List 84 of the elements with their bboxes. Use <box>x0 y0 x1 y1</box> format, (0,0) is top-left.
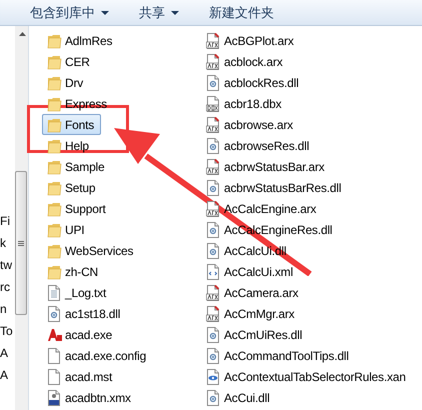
file-item[interactable]: zh-CN <box>42 261 106 282</box>
file-item[interactable]: Setup <box>42 177 102 198</box>
folder-icon <box>47 54 62 70</box>
file-item[interactable]: ac1st18.dll <box>42 303 128 324</box>
nav-item[interactable]: Fi <box>0 212 15 231</box>
nav-item[interactable]: A <box>0 366 15 385</box>
file-item[interactable]: AdlmRes <box>42 30 120 51</box>
nav-item[interactable]: tw <box>0 256 15 275</box>
folder-icon <box>47 180 62 196</box>
grip-icon <box>18 240 24 246</box>
file-item[interactable]: AcCmMgr.arx <box>201 303 302 324</box>
toolbar-button[interactable]: 新建文件夹 <box>209 0 274 24</box>
file-item[interactable]: AcCmUiRes.dll <box>201 324 310 345</box>
file-item[interactable]: AcCui.dll <box>201 387 277 408</box>
toolbar-button[interactable]: 共享 <box>139 0 179 24</box>
file-item[interactable]: Drv <box>42 72 90 93</box>
arx-file-icon <box>206 116 221 132</box>
gear-file-icon <box>206 390 221 406</box>
gear-file-icon <box>206 74 221 90</box>
file-item[interactable]: AcCalcEngine.arx <box>201 198 324 219</box>
gear-file-icon <box>47 306 62 322</box>
nav-item[interactable]: rc <box>0 278 15 297</box>
text-file-icon <box>47 284 62 300</box>
file-item[interactable]: acad.mst <box>42 366 120 387</box>
file-item[interactable]: WebServices <box>42 240 140 261</box>
file-item[interactable]: Fonts <box>42 114 102 135</box>
scroll-up-icon[interactable] <box>19 32 26 36</box>
folder-icon <box>47 32 62 48</box>
folder-icon <box>47 200 62 216</box>
arx-file-icon <box>206 200 221 216</box>
arx-file-icon <box>206 158 221 174</box>
folder-icon <box>47 116 62 132</box>
gear-file-icon <box>206 348 221 364</box>
toolbar-button[interactable]: 包含到库中 <box>30 0 109 24</box>
arx-file-icon <box>206 54 221 70</box>
file-item[interactable]: AcCamera.arx <box>201 282 306 303</box>
gear-file-icon <box>206 138 221 154</box>
nav-item[interactable]: n <box>0 300 15 319</box>
folder-icon <box>47 222 62 238</box>
arx-file-icon <box>206 306 221 322</box>
file-item[interactable]: Sample <box>42 156 112 177</box>
folder-icon <box>47 158 62 174</box>
file-item[interactable]: acblock.arx <box>201 51 290 72</box>
file-item[interactable]: acad.exe.config <box>42 345 154 366</box>
app-letter-icon <box>47 326 62 342</box>
blank-file-icon <box>47 368 62 384</box>
file-item[interactable]: acbrwStatusBar.arx <box>201 156 332 177</box>
file-item[interactable]: AcCommandToolTips.dll <box>201 345 356 366</box>
gear-file-icon <box>206 242 221 258</box>
xml-file-icon <box>206 264 221 280</box>
nav-item[interactable]: To <box>0 322 15 341</box>
file-item[interactable]: acadbtn.xmx <box>42 387 138 408</box>
gear-file-icon <box>206 222 221 238</box>
arx-file-icon <box>206 32 221 48</box>
folder-icon <box>47 264 62 280</box>
gear-file-icon <box>206 180 221 196</box>
folder-icon <box>47 242 62 258</box>
file-item[interactable]: acblockRes.dll <box>201 72 306 93</box>
folder-icon <box>47 74 62 90</box>
scrollbar-thumb[interactable] <box>15 171 27 315</box>
file-item[interactable]: acad.exe <box>42 324 120 345</box>
nav-item[interactable]: k <box>0 234 15 253</box>
image-file-icon <box>47 390 62 406</box>
file-item[interactable]: AcCalcUi.xml <box>201 261 300 282</box>
scrollbar[interactable] <box>15 26 28 410</box>
nav-item[interactable]: A <box>0 344 15 363</box>
file-item[interactable]: Support <box>42 198 113 219</box>
file-item[interactable]: Help <box>42 135 96 156</box>
file-item[interactable]: acbrwStatusBarRes.dll <box>201 177 348 198</box>
folder-icon <box>47 138 62 154</box>
file-item[interactable]: AcBGPlot.arx <box>201 30 301 51</box>
file-item[interactable]: acbr18.dbx <box>201 93 288 114</box>
file-item[interactable]: CER <box>42 51 97 72</box>
folder-icon <box>47 96 62 112</box>
gear-file-icon <box>206 326 221 342</box>
file-item[interactable]: AcContextualTabSelectorRules.xan <box>201 366 413 387</box>
file-item[interactable]: UPI <box>42 219 92 240</box>
arx-file-icon <box>206 284 221 300</box>
file-item[interactable]: acbrowseRes.dll <box>201 135 316 156</box>
file-item[interactable]: _Log.txt <box>42 282 114 303</box>
dbx-file-icon <box>206 96 221 112</box>
blank-file-icon <box>47 348 62 364</box>
file-item[interactable]: acbrowse.arx <box>201 114 300 135</box>
eye-file-icon <box>206 368 221 384</box>
